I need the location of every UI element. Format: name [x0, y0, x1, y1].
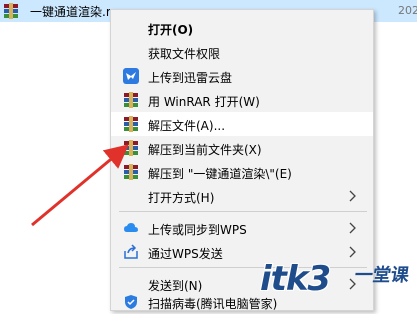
watermark: itk3 一堂课 [260, 257, 417, 303]
menu-item-label: 解压到当前文件夹(X) [148, 143, 262, 157]
chevron-right-icon [349, 222, 356, 234]
winrar-archive-icon [4, 3, 18, 19]
wps-cloud-icon [124, 223, 138, 232]
winrar-icon [124, 164, 138, 180]
menu-item-label: 用 WinRAR 打开(W) [148, 95, 260, 109]
winrar-icon [124, 140, 138, 156]
winrar-icon [124, 116, 138, 132]
menu-item-label: 解压文件(A)... [148, 119, 226, 133]
thunder-bird-icon [123, 68, 139, 84]
menu-item-get-permissions[interactable]: 获取文件权限 [111, 40, 373, 64]
chevron-right-icon [349, 190, 356, 202]
watermark-latin: itk3 [260, 259, 331, 299]
menu-item-label: 上传或同步到WPS [148, 223, 247, 237]
menu-item-label: 解压到 "一键通道渲染\"(E) [148, 167, 292, 181]
menu-item-extract-here[interactable]: 解压到当前文件夹(X) [111, 136, 373, 160]
menu-item-extract-to-folder[interactable]: 解压到 "一键通道渲染\"(E) [111, 160, 373, 184]
menu-item-label: 通过WPS发送 [148, 247, 223, 261]
menu-item-label: 扫描病毒(腾讯电脑管家) [148, 297, 278, 311]
menu-item-open-with-winrar[interactable]: 用 WinRAR 打开(W) [111, 88, 373, 112]
shield-icon [125, 295, 137, 309]
watermark-cjk: 一堂课 [353, 265, 411, 286]
menu-item-sync-wps[interactable]: 上传或同步到WPS [111, 216, 373, 240]
share-icon [124, 244, 138, 259]
menu-separator [119, 211, 367, 212]
menu-item-label: 获取文件权限 [148, 47, 221, 61]
menu-item-label: 上传到迅雷云盘 [148, 71, 233, 85]
menu-item-label: 打开(O) [148, 23, 194, 37]
menu-item-open[interactable]: 打开(O) [111, 16, 373, 40]
menu-item-label: 打开方式(H) [148, 191, 215, 205]
menu-item-extract-files[interactable]: 解压文件(A)... [111, 112, 373, 136]
menu-item-open-with[interactable]: 打开方式(H) [111, 184, 373, 208]
winrar-icon [124, 92, 138, 108]
file-date-partial: 202 [398, 4, 417, 17]
menu-item-upload-xunlei[interactable]: 上传到迅雷云盘 [111, 64, 373, 88]
